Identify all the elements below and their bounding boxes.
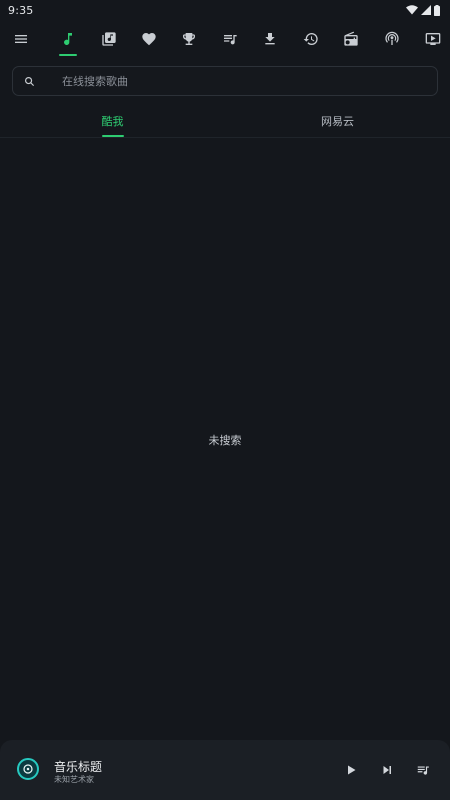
song-title: 音乐标题 — [54, 760, 103, 774]
source-tabs: 酷我 网易云 — [0, 104, 450, 138]
search-icon — [24, 76, 48, 87]
tab-rankings[interactable] — [174, 22, 204, 56]
queue-icon — [417, 766, 429, 775]
play-icon — [348, 765, 356, 775]
trophy-icon — [183, 33, 195, 45]
menu-icon — [15, 35, 27, 43]
playlist-icon — [224, 35, 237, 45]
library-icon — [102, 32, 116, 46]
play-button[interactable] — [341, 760, 361, 780]
next-button[interactable] — [377, 760, 397, 780]
empty-state-message: 未搜索 — [208, 434, 242, 447]
tab-kuwo-label: 酷我 — [101, 114, 124, 128]
search-bar — [12, 66, 438, 96]
menu-button[interactable] — [6, 22, 36, 56]
tab-library[interactable] — [94, 22, 124, 56]
top-toolbar — [0, 22, 450, 56]
tab-favorites[interactable] — [134, 22, 164, 56]
download-icon — [265, 33, 275, 45]
active-tab-underline — [59, 54, 77, 56]
tab-podcast[interactable] — [377, 22, 407, 56]
tab-playlists[interactable] — [215, 22, 245, 56]
tab-indicator — [102, 135, 124, 137]
tab-netease[interactable]: 网易云 — [225, 104, 450, 137]
tab-radio[interactable] — [336, 22, 366, 56]
video-icon — [425, 33, 441, 45]
album-art[interactable] — [17, 758, 39, 780]
heart-icon — [142, 33, 156, 46]
music-note-icon — [64, 33, 72, 46]
wifi-icon — [406, 5, 418, 15]
mini-player[interactable]: 音乐标题 未知艺术家 — [0, 740, 450, 800]
tab-history[interactable] — [296, 22, 326, 56]
history-icon — [303, 33, 318, 46]
tab-video[interactable] — [418, 22, 448, 56]
signal-icon — [421, 5, 431, 15]
tab-downloads[interactable] — [255, 22, 285, 56]
podcast-icon — [385, 31, 399, 45]
status-bar: 9:35 — [0, 0, 450, 20]
battery-icon — [434, 4, 440, 16]
tab-songs[interactable] — [53, 22, 83, 56]
tab-kuwo[interactable]: 酷我 — [0, 104, 225, 137]
radio-icon — [344, 31, 358, 46]
search-input[interactable] — [62, 74, 437, 88]
queue-button[interactable] — [413, 760, 433, 780]
status-icons — [406, 4, 440, 16]
skip-next-icon — [383, 766, 391, 774]
song-artist: 未知艺术家 — [54, 775, 94, 784]
album-art-icon — [23, 764, 33, 774]
status-time: 9:35 — [8, 3, 34, 17]
tab-netease-label: 网易云 — [321, 114, 354, 128]
